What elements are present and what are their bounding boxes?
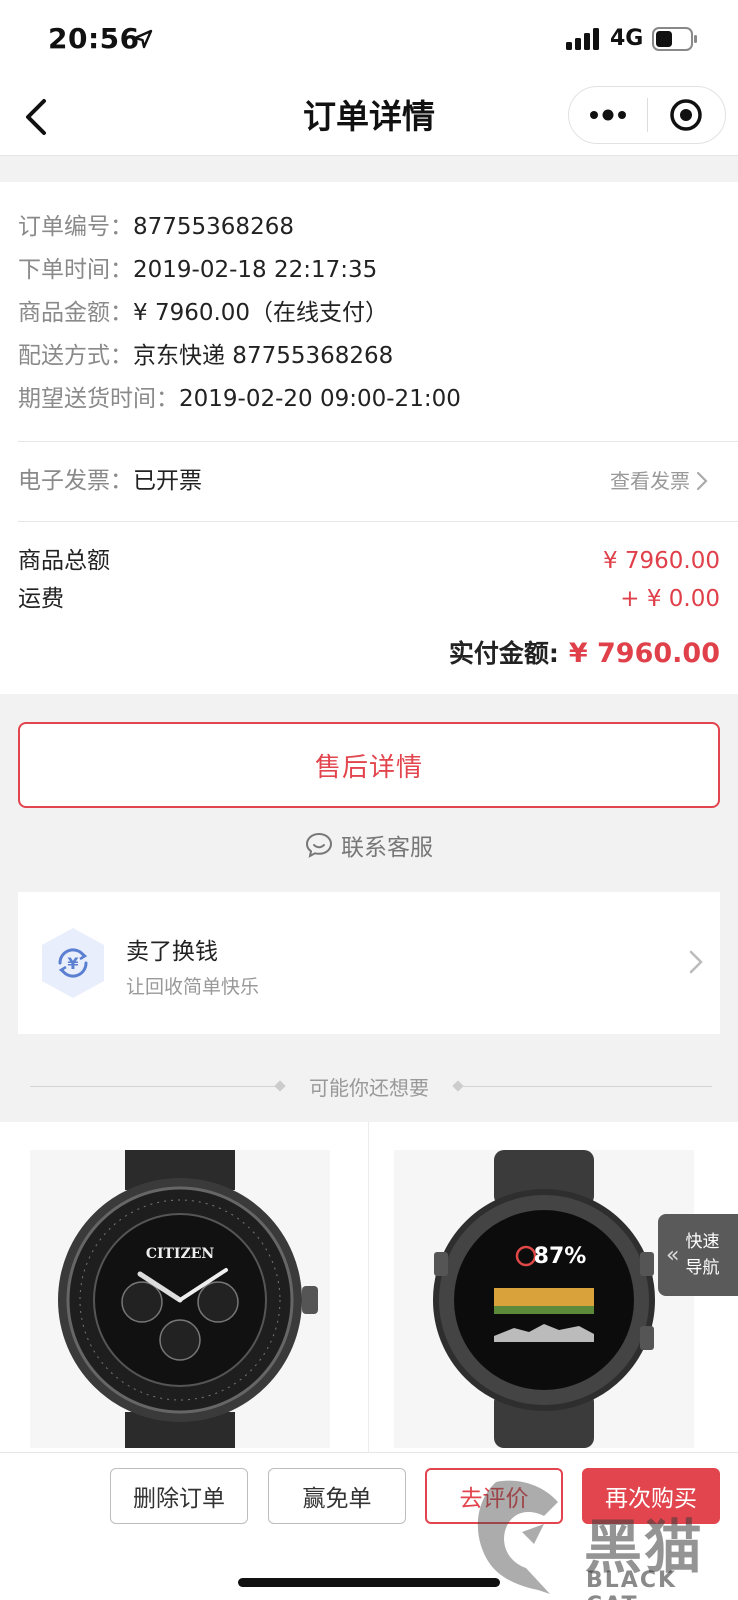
divider [18,441,738,442]
mini-program-capsule [568,86,726,144]
contact-service-label: 联系客服 [341,835,433,861]
garmin-watch-image: 87% [433,1150,655,1448]
order-time-row: 下单时间：2019-02-18 22:17:35 [18,255,377,285]
quick-nav-label-2: 导航 [685,1258,720,1278]
expected-time-row: 期望送货时间：2019-02-20 09:00-21:00 [18,384,461,414]
back-button[interactable] [12,92,62,142]
chevron-right-icon [689,950,703,974]
paid-amount-label: 实付金额: [448,639,559,668]
goods-total-label: 商品总额 [18,548,110,574]
paid-amount-row: 实付金额: ¥ 7960.00 [449,634,720,670]
goods-total-value: ¥ 7960.00 [602,548,720,574]
goods-amount-label: 商品金额： [18,300,133,326]
goods-amount-value: ¥ 7960.00（在线支付） [133,300,389,326]
invoice-label: 电子发票： [18,468,133,494]
goods-amount-row: 商品金额：¥ 7960.00（在线支付） [18,298,388,328]
delivery-value: 京东快递 87755368268 [133,343,394,369]
chevron-right-icon [696,471,708,491]
target-close-icon [670,99,702,131]
close-miniprogram-button[interactable] [648,87,726,143]
product-card-citizen-watch[interactable]: CITIZEN [30,1150,330,1448]
quick-nav-label-1: 快速 [685,1232,720,1252]
divider [462,1086,712,1087]
double-chevron-left-icon: « [666,1242,680,1268]
home-indicator [238,1578,500,1587]
chevron-left-icon [26,99,46,135]
paid-amount-value: ¥ 7960.00 [568,638,720,669]
yen-recycle-icon: ¥ [42,928,104,998]
view-invoice-label: 查看发票 [610,469,690,493]
status-time: 20:56 [48,22,140,55]
invoice-row: 电子发票：已开票 [18,466,202,496]
delete-order-button[interactable]: 删除订单 [110,1468,248,1524]
order-number-value: 87755368268 [133,214,294,240]
recycle-title: 卖了换钱 [126,939,218,965]
recycle-card[interactable]: ¥ 卖了换钱 让回收简单快乐 [18,892,720,1034]
order-time-value: 2019-02-18 22:17:35 [133,257,378,283]
invoice-status: 已开票 [133,468,202,494]
watermark-en: BLACK CAT [586,1568,678,1600]
expected-time-label: 期望送货时间： [18,386,179,412]
watch-battery-text: 87% [534,1244,587,1269]
network-type: 4G [610,26,644,51]
svg-text:¥: ¥ [67,954,78,973]
black-cat-logo [477,1480,558,1594]
location-arrow-icon [133,29,153,49]
battery-icon [652,27,697,51]
product-card-garmin-watch[interactable]: 87% [394,1150,694,1448]
divider [18,521,738,522]
after-sales-button[interactable]: 售后详情 [18,722,720,808]
order-number-row: 订单编号：87755368268 [18,212,294,242]
watch-brand-text: CITIZEN [146,1246,215,1262]
signal-icon [566,28,599,50]
quick-nav-button[interactable]: « 快速 导航 [658,1214,738,1296]
more-button[interactable] [569,87,647,143]
delivery-label: 配送方式： [18,343,133,369]
recycle-subtitle: 让回收简单快乐 [126,976,260,998]
order-time-label: 下单时间： [18,257,133,283]
chat-smile-icon [305,832,333,858]
free-order-button[interactable]: 赢免单 [268,1468,406,1524]
citizen-watch-image: CITIZEN [58,1150,318,1448]
view-invoice-link[interactable]: 查看发票 [610,466,708,496]
contact-service-link[interactable]: 联系客服 [0,828,738,862]
divider [368,1122,369,1452]
delivery-row: 配送方式：京东快递 87755368268 [18,341,393,371]
shipping-value: + ¥ 0.00 [620,586,720,612]
more-dots-icon [589,109,626,121]
order-number-label: 订单编号： [18,214,133,240]
shipping-label: 运费 [18,586,64,612]
expected-time-value: 2019-02-20 09:00-21:00 [179,386,461,412]
